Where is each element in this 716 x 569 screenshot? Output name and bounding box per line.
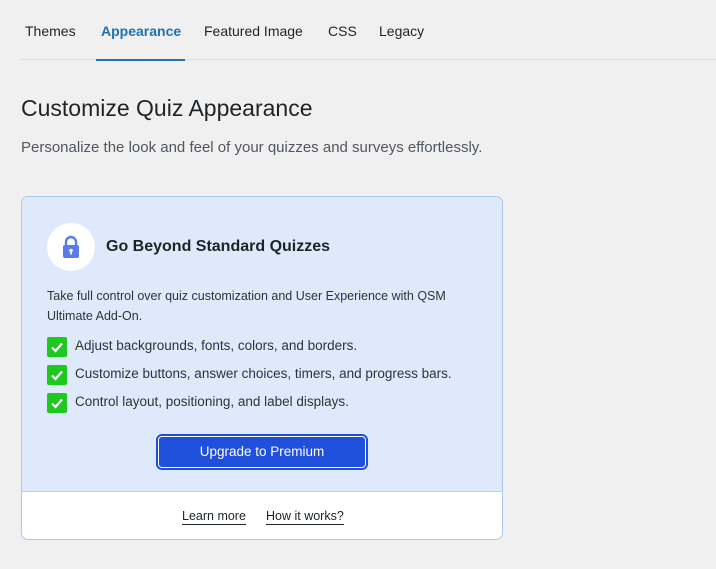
promo-card-body: Go Beyond Standard Quizzes Take full con… [22, 197, 502, 492]
checkbox-check-icon [47, 337, 67, 357]
feature-text: Customize buttons, answer choices, timer… [75, 366, 452, 381]
promo-heading: Go Beyond Standard Quizzes [106, 238, 331, 255]
tab-themes[interactable]: Themes [25, 0, 76, 60]
tab-css[interactable]: CSS [328, 0, 357, 60]
checkbox-check-icon [47, 365, 67, 385]
page-subtitle: Personalize the look and feel of your qu… [21, 139, 483, 156]
settings-tabs: Themes Appearance Featured Image CSS Leg… [21, 0, 716, 61]
lock-icon-badge [47, 223, 95, 271]
promo-card-footer: Learn more How it works? [22, 492, 502, 539]
feature-text: Control layout, positioning, and label d… [75, 394, 349, 409]
learn-more-link[interactable]: Learn more [182, 509, 246, 525]
promo-description: Take full control over quiz customizatio… [47, 289, 446, 323]
feature-text: Adjust backgrounds, fonts, colors, and b… [75, 338, 358, 353]
checkbox-check-icon [47, 393, 67, 413]
upgrade-to-premium-button[interactable]: Upgrade to Premium [156, 434, 368, 470]
tab-featured-image[interactable]: Featured Image [204, 0, 303, 60]
how-it-works-link[interactable]: How it works? [266, 509, 344, 525]
tab-appearance[interactable]: Appearance [95, 0, 186, 61]
page-title: Customize Quiz Appearance [21, 95, 313, 121]
premium-promo-card: Go Beyond Standard Quizzes Take full con… [21, 196, 503, 540]
tab-legacy[interactable]: Legacy [379, 0, 424, 60]
